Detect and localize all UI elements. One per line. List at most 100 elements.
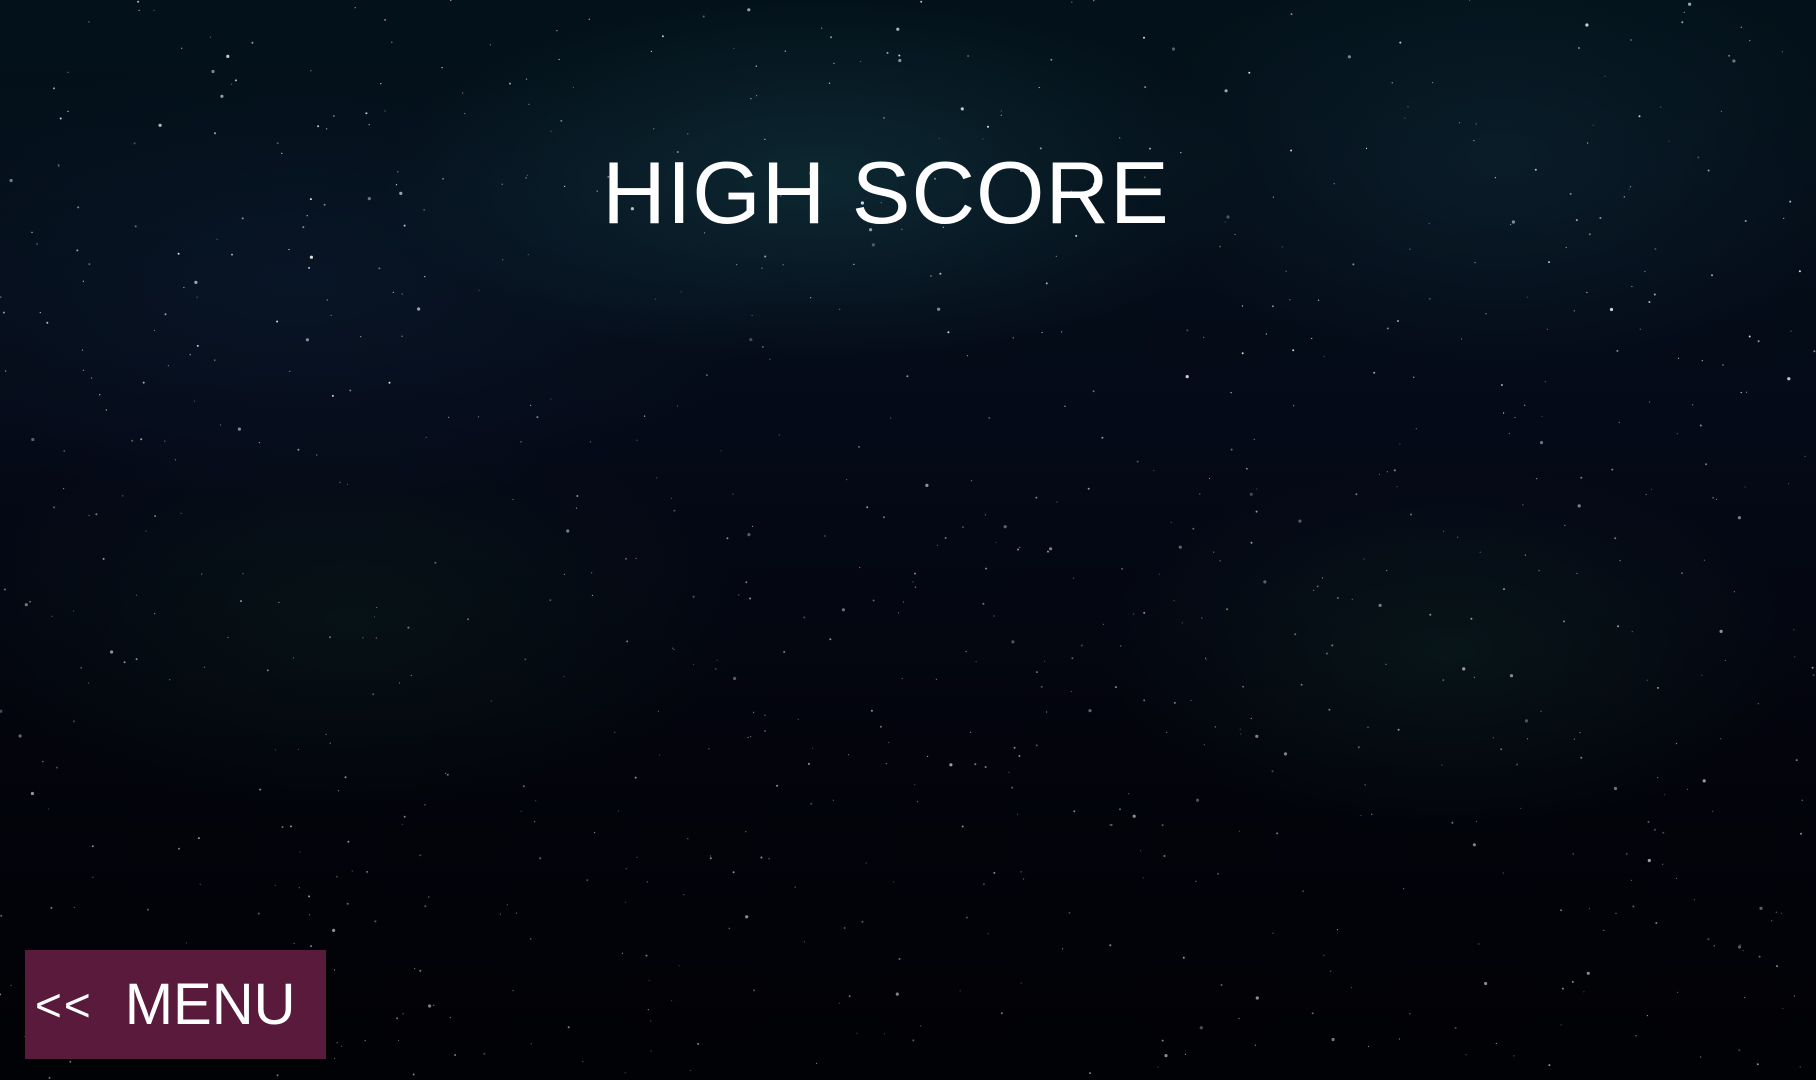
star [1120,645,1122,647]
star [1564,524,1566,526]
star [1153,470,1155,472]
double-left-arrow-icon: << [35,978,93,1031]
star [576,495,579,497]
star [1276,832,1279,835]
star [803,941,806,943]
star [309,255,313,259]
star [1441,764,1443,766]
star [88,263,91,266]
star [1539,441,1544,445]
star [1522,504,1524,506]
star [751,314,753,317]
star [1385,663,1387,665]
star [226,54,230,59]
star [870,709,873,712]
star [424,905,427,908]
star [1508,432,1510,435]
star [46,321,49,324]
star [764,714,766,716]
star [750,736,752,738]
star [398,682,401,684]
star [1190,699,1192,702]
star [965,651,967,653]
star [48,1076,51,1079]
star [1000,1012,1003,1015]
star [1713,945,1715,947]
star [736,264,738,266]
star [832,799,835,801]
star [135,594,138,596]
star [1742,950,1744,952]
star [984,514,987,516]
star [1740,392,1742,394]
star [1311,337,1313,340]
star [692,663,695,666]
star [135,658,138,661]
star [1364,784,1366,786]
star [861,920,864,923]
star [1681,572,1683,575]
star [1178,545,1182,549]
star [1604,75,1606,77]
star [1681,21,1684,24]
star [1161,824,1164,827]
star [1230,448,1233,451]
star [625,557,627,560]
star [274,884,276,886]
star [67,71,69,73]
star [947,331,950,334]
star [502,259,504,261]
star [1242,685,1245,688]
star [289,370,291,372]
star [1571,980,1574,983]
star [344,776,347,779]
star [384,110,386,112]
star [993,615,995,617]
star [1461,338,1463,340]
star [0,993,2,996]
star [769,358,771,360]
star [1662,831,1665,834]
star [1813,350,1816,353]
star [982,883,985,886]
star [1142,877,1144,879]
star [1128,793,1130,795]
star [1325,652,1328,655]
star [1737,945,1742,949]
star [388,381,391,384]
star [73,610,75,612]
star [374,920,377,923]
star [1513,1055,1515,1057]
star [1474,262,1476,264]
star [1757,703,1759,705]
star [890,417,892,419]
star [142,381,145,384]
star [1544,381,1546,383]
star [1351,598,1353,600]
star [753,989,756,992]
star [1757,340,1760,343]
star [316,454,318,456]
star [1313,589,1315,592]
star [588,18,590,20]
star [1648,401,1651,403]
star [336,1042,338,1044]
star [1458,122,1460,124]
star [1744,996,1746,999]
star [1143,699,1146,702]
star [1330,970,1332,972]
star [1759,906,1763,910]
star [810,297,812,299]
star [1300,683,1303,686]
star [702,15,705,18]
star [428,896,430,898]
star [1732,59,1736,63]
menu-button[interactable]: << MENU [25,950,326,1059]
star [635,557,637,559]
star [1758,955,1761,958]
star [1442,679,1445,682]
star [177,252,180,255]
star [524,658,527,661]
star [1285,270,1287,272]
star [1367,1045,1370,1048]
